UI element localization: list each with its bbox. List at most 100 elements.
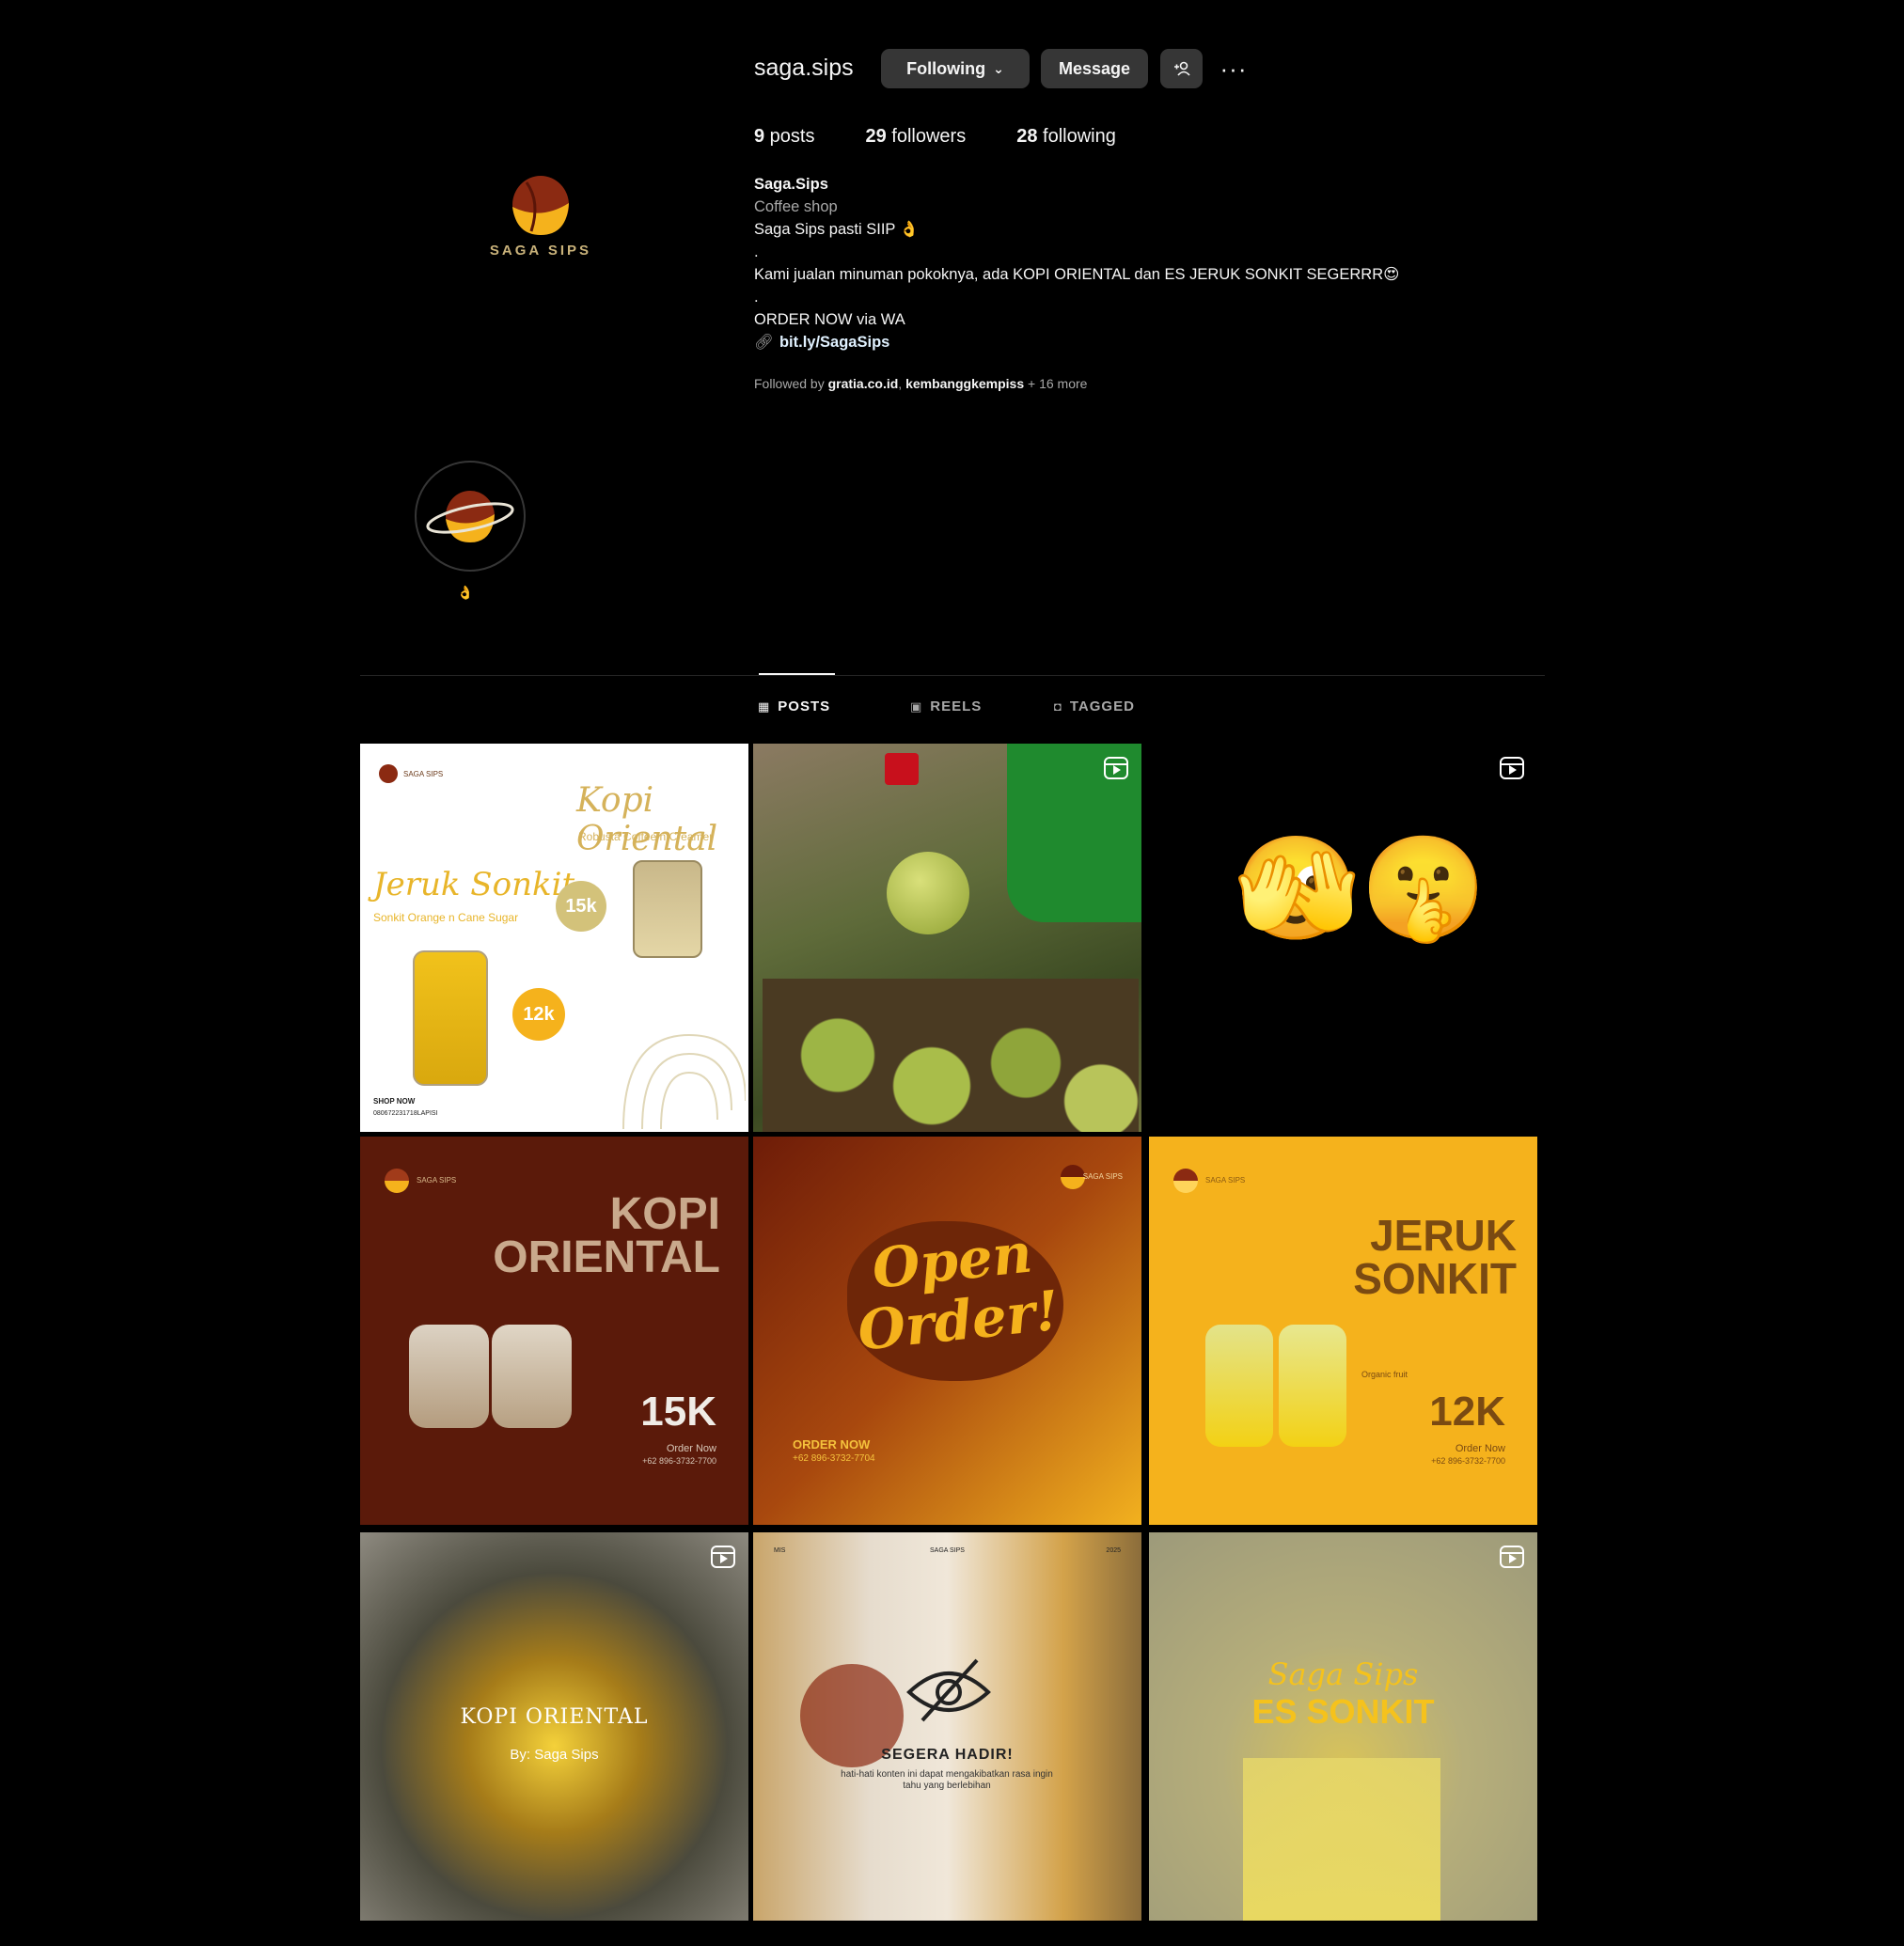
reel-icon	[1500, 1546, 1524, 1568]
followed-by[interactable]: Followed by gratia.co.id, kembanggkempis…	[754, 376, 1087, 391]
message-button[interactable]: Message	[1041, 49, 1148, 88]
story-highlight[interactable]	[415, 461, 526, 572]
bio-link[interactable]: bit.ly/SagaSips	[779, 334, 889, 351]
chevron-down-icon: ⌄	[993, 60, 1004, 76]
can-left-shape	[409, 1325, 489, 1428]
order-phone: +62 896-3732-7700	[642, 1456, 716, 1466]
bio-dot-2: .	[754, 289, 759, 306]
can-right-shape	[1279, 1325, 1346, 1447]
tab-tagged[interactable]: ◘ TAGGED	[1054, 698, 1135, 714]
followers-count[interactable]: 29 followers	[865, 126, 966, 148]
post-title: JERUK SONKIT	[1353, 1211, 1517, 1303]
post-title: KOPI ORIENTAL	[460, 1705, 649, 1729]
price-badge-kopi: 15k	[556, 881, 606, 932]
order-phone: +62 896-3732-7700	[1431, 1456, 1505, 1466]
eye-off-icon	[906, 1658, 991, 1722]
tabs-divider	[360, 675, 1545, 676]
profile-bio: Saga.Sips Coffee shop Saga Sips pasti SI…	[754, 173, 1553, 353]
order-label: Order Now	[1455, 1443, 1505, 1454]
add-user-icon	[1173, 61, 1190, 76]
order-label: ORDER NOW	[793, 1437, 871, 1452]
bio-name: Saga.Sips	[754, 176, 828, 193]
jeruk-bottle-icon	[413, 950, 488, 1086]
post-tile-7[interactable]: KOPI ORIENTAL By: Saga Sips	[360, 1532, 748, 1921]
post-brand: SAGA SIPS	[403, 770, 444, 778]
fruit-pile-shape	[763, 979, 1139, 1132]
tagged-icon: ◘	[1054, 699, 1062, 714]
post-title: KOPI ORIENTAL	[493, 1189, 720, 1282]
following-count[interactable]: 28 following	[1016, 126, 1116, 148]
highlight-logo-icon	[426, 491, 514, 542]
post-tile-5[interactable]: SAGA SIPS Open Order! ORDER NOW +62 896-…	[753, 1137, 1141, 1525]
post-title-kopi: Kopi Oriental	[576, 781, 718, 858]
bio-category: Coffee shop	[754, 198, 838, 215]
brand-logo-icon	[1061, 1165, 1085, 1189]
post-brand: SAGA SIPS	[417, 1176, 457, 1185]
post-byline: By: Saga Sips	[510, 1747, 599, 1763]
orange-fruit-shape	[887, 852, 969, 934]
post-emoji: 🫣🤫	[1234, 831, 1487, 945]
highlight-label: 👌	[457, 585, 474, 600]
reel-icon	[1500, 757, 1524, 779]
saga-sips-logo-icon	[512, 176, 569, 235]
post-note: Organic fruit	[1361, 1370, 1408, 1379]
reels-icon: ▣	[910, 698, 923, 714]
active-tab-indicator	[759, 673, 835, 675]
can-right-shape	[492, 1325, 572, 1428]
highlight-cover	[421, 467, 519, 565]
following-button[interactable]: Following ⌄	[881, 49, 1030, 88]
glass-shape	[1243, 1758, 1440, 1921]
order-phone: +62 896-3732-7704	[793, 1453, 875, 1464]
can-left-shape	[1205, 1325, 1273, 1447]
post-sub-jeruk: Sonkit Orange n Cane Sugar	[373, 911, 519, 924]
brand-logo-icon	[1173, 1169, 1198, 1193]
post-tile-1[interactable]: SAGA SIPS Kopi Oriental Robusta Coffee n…	[360, 744, 748, 1132]
post-brand: SAGA SIPS	[1205, 1176, 1246, 1185]
tab-reels[interactable]: ▣ REELS	[910, 698, 982, 714]
grid-icon: ▦	[758, 698, 771, 714]
post-corner-right: 2025	[1106, 1547, 1121, 1554]
post-title: ES SONKIT	[1251, 1692, 1435, 1731]
post-price: 15K	[640, 1389, 716, 1435]
price-badge-jeruk: 12k	[512, 988, 565, 1041]
post-tile-3[interactable]: 🫣🤫	[1149, 744, 1537, 1132]
bio-line-3: ORDER NOW via WA	[754, 311, 905, 328]
post-title: Open Order!	[855, 1220, 1062, 1363]
profile-stats: 9 posts 29 followers 28 following	[754, 126, 1116, 148]
brand-logo-icon	[379, 764, 398, 783]
tab-posts[interactable]: ▦ POSTS	[758, 698, 830, 714]
shop-now-label: SHOP NOW	[373, 1097, 416, 1106]
post-corner-center: SAGA SIPS	[930, 1547, 965, 1554]
post-title-jeruk: Jeruk Sonkit	[373, 866, 575, 903]
bio-line-2: Kami jualan minuman pokoknya, ada KOPI O…	[754, 266, 1400, 283]
posts-count: 9 posts	[754, 126, 815, 147]
post-price: 12K	[1429, 1389, 1505, 1435]
following-label: Following	[906, 58, 986, 78]
post-tile-8[interactable]: MIS SAGA SIPS 2025 SEGERA HADIR! hati-ha…	[753, 1532, 1141, 1921]
post-sub-kopi: Robusta Coffee n Creamer	[578, 830, 714, 843]
logo-text: SAGA SIPS	[489, 243, 592, 259]
post-script: Saga Sips	[1267, 1656, 1419, 1692]
order-label: Order Now	[666, 1443, 716, 1454]
link-icon: 🔗︎	[754, 334, 774, 351]
more-options-icon[interactable]: ···	[1219, 49, 1249, 88]
profile-avatar[interactable]: SAGA SIPS	[475, 169, 606, 273]
bio-dot-1: .	[754, 243, 759, 260]
bio-link-row[interactable]: 🔗︎ bit.ly/SagaSips	[754, 331, 1553, 353]
suggest-user-button[interactable]	[1160, 49, 1203, 88]
profile-username: saga.sips	[754, 55, 854, 81]
kopi-bottle-icon	[633, 860, 702, 958]
bio-line-1: Saga Sips pasti SIIP 👌	[754, 221, 920, 238]
post-brand: SAGA SIPS	[1082, 1172, 1123, 1181]
reel-icon	[711, 1546, 735, 1568]
post-description: hati-hati konten ini dapat mengakibatkan…	[841, 1769, 1053, 1791]
decorative-curves-icon	[622, 1033, 746, 1129]
red-cooler-shape	[885, 753, 919, 785]
shop-link: 080672231718LAPISI	[373, 1110, 438, 1117]
post-tile-4[interactable]: SAGA SIPS KOPI ORIENTAL 15K Order Now +6…	[360, 1137, 748, 1525]
post-tile-2[interactable]	[753, 744, 1141, 1132]
post-title: SEGERA HADIR!	[881, 1747, 1014, 1763]
post-tile-6[interactable]: SAGA SIPS JERUK SONKIT Organic fruit 12K…	[1149, 1137, 1537, 1525]
reel-icon	[1104, 757, 1128, 779]
post-tile-9[interactable]: Saga Sips ES SONKIT	[1149, 1532, 1537, 1921]
